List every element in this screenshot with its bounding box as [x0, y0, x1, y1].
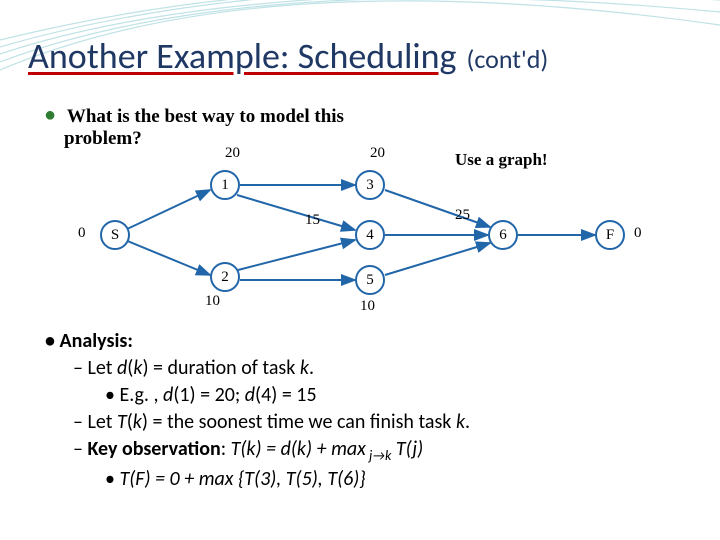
label-20b: 20 — [370, 145, 385, 162]
analysis-line5: T(F) = 0 + max {T(3), T(5), T(6)} — [105, 466, 690, 493]
analysis-head: Analysis: — [45, 328, 690, 355]
label-10b: 10 — [360, 298, 375, 315]
analysis-line3: Let T(k) = the soonest time we can finis… — [73, 409, 690, 436]
node-6: 6 — [488, 220, 518, 250]
label-10a: 10 — [205, 293, 220, 310]
node-S: S — [100, 220, 130, 250]
slide-title: Another Example: Scheduling (cont'd) — [28, 38, 700, 75]
node-3: 3 — [355, 170, 385, 200]
label-15: 15 — [305, 212, 320, 229]
node-F: F — [595, 220, 625, 250]
node-5: 5 — [355, 265, 385, 295]
analysis-line1: Let d(k) = duration of task k. — [73, 355, 690, 382]
label-0a: 0 — [78, 225, 86, 242]
node-4: 4 — [355, 220, 385, 250]
scheduling-graph: S 1 2 3 4 5 6 F 0 0 20 20 15 25 10 10 — [70, 135, 680, 325]
label-25: 25 — [455, 207, 470, 224]
title-sub: (cont'd) — [466, 43, 548, 75]
title-main: Another Example: Scheduling — [28, 34, 456, 78]
analysis-line2: E.g. , d(1) = 20; d(4) = 15 — [105, 382, 690, 409]
question-line1: What is the best way to model this — [67, 106, 344, 127]
node-1: 1 — [210, 170, 240, 200]
label-20a: 20 — [225, 145, 240, 162]
analysis-block: Analysis: Let d(k) = duration of task k.… — [45, 328, 690, 493]
analysis-line4: Key observation: T(k) = d(k) + max j→k T… — [73, 436, 690, 466]
bullet-icon: ● — [44, 104, 56, 127]
label-0b: 0 — [634, 225, 642, 242]
node-2: 2 — [210, 262, 240, 292]
